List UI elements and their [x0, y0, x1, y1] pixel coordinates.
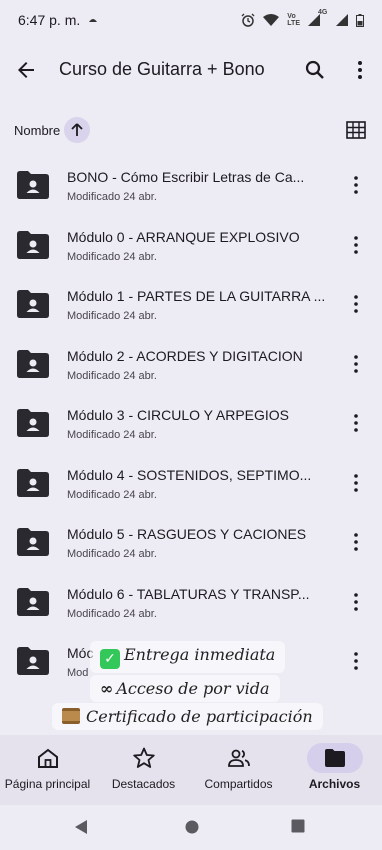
list-item[interactable]: Módulo 6 - TABLATURAS Y TRANSP... Modifi…	[0, 569, 382, 628]
file-name: Módulo 2 - ACORDES Y DIGITACION	[67, 347, 303, 364]
file-modified: Modificado 24 abr.	[67, 548, 157, 560]
item-more-icon[interactable]	[348, 412, 364, 434]
shared-folder-icon	[17, 647, 49, 675]
alarm-icon	[241, 13, 255, 27]
sort-direction-button[interactable]	[64, 117, 90, 143]
search-icon[interactable]	[303, 58, 327, 82]
folder-title: Curso de Guitarra + Bono	[59, 59, 265, 79]
wifi-icon	[263, 13, 280, 26]
item-more-icon[interactable]	[348, 353, 364, 375]
list-item[interactable]: Módulo 5 - RASGUEOS Y CACIONES Modificad…	[0, 509, 382, 568]
volte-label: Vo LTE	[287, 13, 300, 27]
back-arrow-icon[interactable]	[14, 58, 38, 82]
file-name: Módulo 3 - CIRCULO Y ARPEGIOS	[67, 407, 290, 423]
shared-folder-icon	[17, 468, 49, 497]
item-more-icon[interactable]	[348, 472, 364, 494]
file-name: Módulo 1 - PARTES DE LA GUITARRA ...	[67, 288, 326, 304]
shared-folder-icon	[17, 290, 49, 318]
list-item[interactable]: Móc Mod	[0, 628, 382, 687]
file-name: Módulo 4 - SOSTENIDOS, SEPTIMO...	[67, 466, 312, 483]
list-item[interactable]: Módulo 2 - ACORDES Y DIGITACION Modifica…	[0, 331, 382, 390]
grid-view-icon[interactable]	[346, 121, 366, 139]
file-name: BONO - Cómo Escribir Letras de Ca...	[67, 169, 305, 185]
nav-home[interactable]: Página principal	[0, 735, 95, 805]
status-time: 6:47 p. m.	[18, 12, 81, 28]
item-more-icon[interactable]	[348, 531, 364, 553]
volte-bottom: LTE	[287, 20, 300, 27]
home-icon	[37, 748, 58, 768]
folder-icon	[324, 749, 345, 767]
file-modified: Modificado 24 abr.	[67, 429, 157, 441]
shared-folder-icon	[17, 230, 49, 259]
nav-shared[interactable]: Compartidos	[191, 735, 286, 805]
list-item[interactable]: Módulo 3 - CIRCULO Y ARPEGIOS Modificado…	[0, 390, 382, 449]
signal-icon	[308, 14, 320, 26]
shared-folder-icon	[17, 171, 49, 199]
more-options-icon[interactable]	[348, 58, 372, 82]
volte-top: Vo	[287, 13, 296, 20]
system-navigation	[0, 805, 382, 850]
file-name: Módulo 5 - RASGUEOS Y CACIONES	[67, 526, 307, 542]
recents-nav-icon[interactable]	[291, 819, 305, 833]
list-item[interactable]: Módulo 4 - SOSTENIDOS, SEPTIMO... Modifi…	[0, 450, 382, 509]
nav-files-label: Archivos	[308, 777, 361, 791]
item-more-icon[interactable]	[348, 591, 364, 613]
star-icon	[132, 747, 155, 768]
item-more-icon[interactable]	[348, 174, 364, 196]
promo-certificate-text: Certificado de participación	[86, 707, 313, 726]
shared-folder-icon	[17, 587, 49, 616]
sort-label[interactable]: Nombre	[14, 123, 60, 138]
file-modified: Modificado 24 abr.	[67, 369, 157, 382]
notification-icon	[89, 19, 98, 22]
nav-starred[interactable]: Destacados	[96, 735, 191, 805]
shared-folder-icon	[17, 409, 49, 437]
file-modified: Modificado 24 abr.	[67, 488, 157, 501]
nav-starred-label: Destacados	[111, 777, 176, 791]
arrow-up-icon	[71, 123, 83, 136]
shared-folder-icon	[17, 528, 49, 556]
list-item[interactable]: BONO - Cómo Escribir Letras de Ca... Mod…	[0, 152, 382, 211]
file-modified: Modificado 24 abr.	[67, 607, 157, 620]
item-more-icon[interactable]	[348, 293, 364, 315]
file-name: Módulo 0 - ARRANQUE EXPLOSIVO	[67, 228, 300, 245]
item-more-icon[interactable]	[348, 234, 364, 256]
promo-line-certificate: Certificado de participación	[52, 703, 323, 730]
nav-shared-label: Compartidos	[204, 777, 273, 791]
people-icon	[227, 749, 250, 767]
shared-folder-icon	[17, 349, 49, 378]
list-item[interactable]: Módulo 1 - PARTES DE LA GUITARRA ... Mod…	[0, 271, 382, 330]
back-nav-icon[interactable]	[74, 819, 88, 835]
app-bar: Curso de Guitarra + Bono	[0, 44, 382, 96]
nav-files[interactable]: Archivos	[287, 735, 382, 805]
signal-icon-2	[336, 14, 348, 26]
item-more-icon[interactable]	[348, 650, 364, 672]
list-item[interactable]: Módulo 0 - ARRANQUE EXPLOSIVO Modificado…	[0, 212, 382, 271]
home-nav-icon[interactable]	[184, 819, 200, 835]
nav-home-label: Página principal	[4, 777, 91, 791]
file-name: Móc	[67, 645, 94, 661]
sort-row: Nombre	[0, 114, 382, 146]
file-modified: Modificado 24 abr.	[67, 191, 157, 203]
scroll-icon	[62, 708, 80, 724]
file-modified: Modificado 24 abr.	[67, 310, 157, 322]
battery-icon	[356, 13, 364, 27]
status-bar: 6:47 p. m. Vo LTE 4G	[0, 0, 382, 40]
file-modified: Mod	[67, 667, 89, 679]
bottom-navigation: Página principal Destacados Compartidos …	[0, 735, 382, 805]
file-modified: Modificado 24 abr.	[67, 250, 157, 263]
file-name: Módulo 6 - TABLATURAS Y TRANSP...	[67, 585, 310, 602]
